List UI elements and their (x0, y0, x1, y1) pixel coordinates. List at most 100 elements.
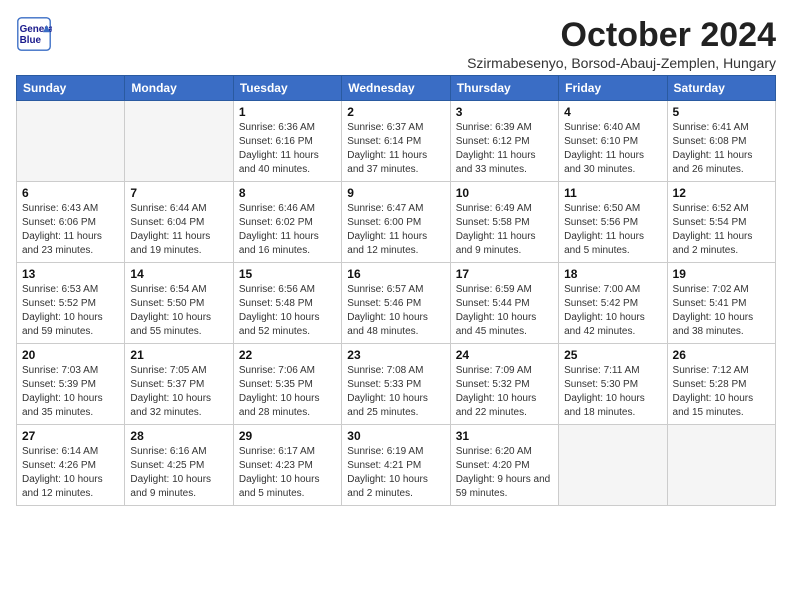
day-number: 10 (456, 186, 553, 200)
day-number: 21 (130, 348, 227, 362)
weekday-thursday: Thursday (450, 76, 558, 101)
day-number: 19 (673, 267, 770, 281)
calendar-cell: 12 Sunrise: 6:52 AM Sunset: 5:54 PM Dayli… (667, 182, 775, 263)
day-number: 20 (22, 348, 119, 362)
day-number: 15 (239, 267, 336, 281)
day-info: Sunrise: 6:19 AM Sunset: 4:21 PM Dayligh… (347, 445, 444, 501)
calendar-cell: 31 Sunrise: 6:20 AM Sunset: 4:20 PM Dayli… (450, 425, 558, 506)
day-info: Sunrise: 7:08 AM Sunset: 5:33 PM Dayligh… (347, 364, 444, 420)
calendar-cell: 13 Sunrise: 6:53 AM Sunset: 5:52 PM Dayli… (17, 263, 125, 344)
calendar-cell: 3 Sunrise: 6:39 AM Sunset: 6:12 PM Daylig… (450, 101, 558, 182)
logo: General Blue (16, 16, 52, 52)
calendar-cell: 1Sunrise: 6:36 AM Sunset: 6:16 PM Daylig… (233, 101, 341, 182)
day-info: Sunrise: 6:39 AM Sunset: 6:12 PM Dayligh… (456, 121, 553, 177)
day-info: Sunrise: 7:02 AM Sunset: 5:41 PM Dayligh… (673, 283, 770, 339)
calendar-cell: 19 Sunrise: 7:02 AM Sunset: 5:41 PM Dayli… (667, 263, 775, 344)
day-info: Sunrise: 6:44 AM Sunset: 6:04 PM Dayligh… (130, 202, 227, 258)
calendar-cell: 23Sunrise: 7:08 AM Sunset: 5:33 PM Dayli… (342, 344, 450, 425)
day-number: 30 (347, 429, 444, 443)
day-info: Sunrise: 6:20 AM Sunset: 4:20 PM Dayligh… (456, 445, 553, 501)
logo-icon: General Blue (16, 16, 52, 52)
day-info: Sunrise: 6:17 AM Sunset: 4:23 PM Dayligh… (239, 445, 336, 501)
weekday-monday: Monday (125, 76, 233, 101)
calendar-body: 1Sunrise: 6:36 AM Sunset: 6:16 PM Daylig… (17, 101, 776, 506)
day-info: Sunrise: 7:05 AM Sunset: 5:37 PM Dayligh… (130, 364, 227, 420)
day-info: Sunrise: 7:03 AM Sunset: 5:39 PM Dayligh… (22, 364, 119, 420)
day-info: Sunrise: 6:40 AM Sunset: 6:10 PM Dayligh… (564, 121, 661, 177)
day-info: Sunrise: 6:56 AM Sunset: 5:48 PM Dayligh… (239, 283, 336, 339)
week-row-5: 27 Sunrise: 6:14 AM Sunset: 4:26 PM Dayli… (17, 425, 776, 506)
day-number: 7 (130, 186, 227, 200)
calendar-cell: 30 Sunrise: 6:19 AM Sunset: 4:21 PM Dayli… (342, 425, 450, 506)
calendar-cell: 6Sunrise: 6:43 AM Sunset: 6:06 PM Daylig… (17, 182, 125, 263)
calendar-cell: 22 Sunrise: 7:06 AM Sunset: 5:35 PM Dayli… (233, 344, 341, 425)
calendar-cell: 16 Sunrise: 6:57 AM Sunset: 5:46 PM Dayli… (342, 263, 450, 344)
page-header: General Blue October 2024 Szirmabesenyo,… (16, 16, 776, 71)
day-info: Sunrise: 6:16 AM Sunset: 4:25 PM Dayligh… (130, 445, 227, 501)
calendar-cell (667, 425, 775, 506)
calendar-cell: 14 Sunrise: 6:54 AM Sunset: 5:50 PM Dayli… (125, 263, 233, 344)
day-number: 22 (239, 348, 336, 362)
calendar-cell: 9Sunrise: 6:47 AM Sunset: 6:00 PM Daylig… (342, 182, 450, 263)
calendar-cell: 11 Sunrise: 6:50 AM Sunset: 5:56 PM Dayli… (559, 182, 667, 263)
day-info: Sunrise: 6:37 AM Sunset: 6:14 PM Dayligh… (347, 121, 444, 177)
day-number: 18 (564, 267, 661, 281)
calendar-cell: 4 Sunrise: 6:40 AM Sunset: 6:10 PM Daylig… (559, 101, 667, 182)
calendar-cell: 2 Sunrise: 6:37 AM Sunset: 6:14 PM Daylig… (342, 101, 450, 182)
calendar-table: SundayMondayTuesdayWednesdayThursdayFrid… (16, 75, 776, 506)
weekday-friday: Friday (559, 76, 667, 101)
day-number: 28 (130, 429, 227, 443)
calendar-cell: 25Sunrise: 7:11 AM Sunset: 5:30 PM Dayli… (559, 344, 667, 425)
calendar-cell: 28 Sunrise: 6:16 AM Sunset: 4:25 PM Dayli… (125, 425, 233, 506)
day-number: 8 (239, 186, 336, 200)
day-info: Sunrise: 7:12 AM Sunset: 5:28 PM Dayligh… (673, 364, 770, 420)
week-row-4: 20 Sunrise: 7:03 AM Sunset: 5:39 PM Dayli… (17, 344, 776, 425)
calendar-cell: 10Sunrise: 6:49 AM Sunset: 5:58 PM Dayli… (450, 182, 558, 263)
day-number: 2 (347, 105, 444, 119)
day-info: Sunrise: 6:14 AM Sunset: 4:26 PM Dayligh… (22, 445, 119, 501)
day-info: Sunrise: 6:46 AM Sunset: 6:02 PM Dayligh… (239, 202, 336, 258)
day-info: Sunrise: 6:57 AM Sunset: 5:46 PM Dayligh… (347, 283, 444, 339)
day-number: 12 (673, 186, 770, 200)
day-info: Sunrise: 6:41 AM Sunset: 6:08 PM Dayligh… (673, 121, 770, 177)
calendar-cell: 5 Sunrise: 6:41 AM Sunset: 6:08 PM Daylig… (667, 101, 775, 182)
day-number: 27 (22, 429, 119, 443)
day-number: 4 (564, 105, 661, 119)
day-number: 16 (347, 267, 444, 281)
day-number: 5 (673, 105, 770, 119)
day-number: 31 (456, 429, 553, 443)
day-number: 29 (239, 429, 336, 443)
calendar-cell: 17Sunrise: 6:59 AM Sunset: 5:44 PM Dayli… (450, 263, 558, 344)
day-number: 9 (347, 186, 444, 200)
day-number: 24 (456, 348, 553, 362)
calendar-cell: 27 Sunrise: 6:14 AM Sunset: 4:26 PM Dayli… (17, 425, 125, 506)
day-info: Sunrise: 6:59 AM Sunset: 5:44 PM Dayligh… (456, 283, 553, 339)
day-info: Sunrise: 7:06 AM Sunset: 5:35 PM Dayligh… (239, 364, 336, 420)
calendar-cell: 29 Sunrise: 6:17 AM Sunset: 4:23 PM Dayli… (233, 425, 341, 506)
day-number: 3 (456, 105, 553, 119)
calendar-cell (559, 425, 667, 506)
week-row-2: 6Sunrise: 6:43 AM Sunset: 6:06 PM Daylig… (17, 182, 776, 263)
day-number: 14 (130, 267, 227, 281)
day-info: Sunrise: 6:50 AM Sunset: 5:56 PM Dayligh… (564, 202, 661, 258)
day-number: 11 (564, 186, 661, 200)
day-number: 1 (239, 105, 336, 119)
week-row-1: 1Sunrise: 6:36 AM Sunset: 6:16 PM Daylig… (17, 101, 776, 182)
day-number: 25 (564, 348, 661, 362)
day-info: Sunrise: 7:00 AM Sunset: 5:42 PM Dayligh… (564, 283, 661, 339)
calendar-cell (125, 101, 233, 182)
calendar-cell: 15 Sunrise: 6:56 AM Sunset: 5:48 PM Dayli… (233, 263, 341, 344)
day-info: Sunrise: 6:43 AM Sunset: 6:06 PM Dayligh… (22, 202, 119, 258)
week-row-3: 13 Sunrise: 6:53 AM Sunset: 5:52 PM Dayli… (17, 263, 776, 344)
day-info: Sunrise: 6:54 AM Sunset: 5:50 PM Dayligh… (130, 283, 227, 339)
day-info: Sunrise: 6:52 AM Sunset: 5:54 PM Dayligh… (673, 202, 770, 258)
month-title: October 2024 (467, 16, 776, 55)
title-block: October 2024 Szirmabesenyo, Borsod-Abauj… (467, 16, 776, 71)
day-info: Sunrise: 6:53 AM Sunset: 5:52 PM Dayligh… (22, 283, 119, 339)
day-number: 13 (22, 267, 119, 281)
weekday-header-row: SundayMondayTuesdayWednesdayThursdayFrid… (17, 76, 776, 101)
calendar-cell (17, 101, 125, 182)
day-number: 26 (673, 348, 770, 362)
calendar-cell: 21 Sunrise: 7:05 AM Sunset: 5:37 PM Dayli… (125, 344, 233, 425)
calendar-cell: 8 Sunrise: 6:46 AM Sunset: 6:02 PM Daylig… (233, 182, 341, 263)
